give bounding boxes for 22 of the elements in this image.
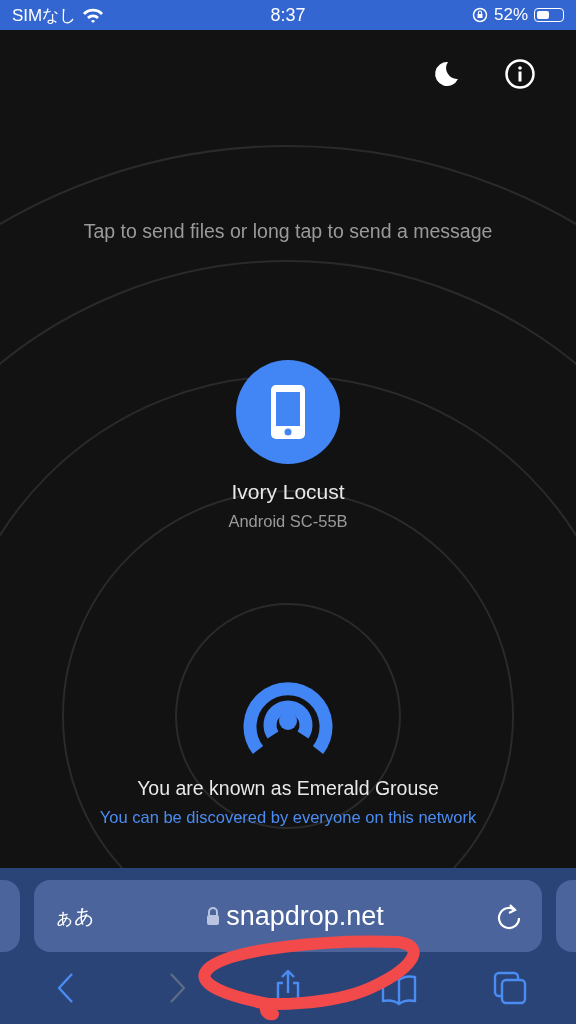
discovery-status-text: You can be discovered by everyone on this network	[99, 808, 477, 827]
peer-name: Ivory Locust	[231, 480, 345, 504]
peer-device-model: Android SC-55B	[228, 512, 348, 531]
text-size-button[interactable]: ぁあ	[54, 902, 94, 930]
clock: 8:37	[270, 4, 306, 26]
address-bar[interactable]: ぁあ snapdrop.net	[34, 880, 542, 952]
chevron-left-icon	[56, 972, 75, 1004]
rotation-lock-icon	[471, 7, 488, 23]
wifi-icon	[82, 7, 105, 23]
lock-icon	[206, 906, 221, 926]
tab-preview[interactable]	[556, 880, 576, 952]
chevron-right-icon	[167, 972, 186, 1004]
device-name-text: You are known as Emerald Grouse	[137, 777, 439, 800]
tab-preview[interactable]	[0, 880, 20, 952]
instruction-text: Tap to send files or long tap to send a message	[83, 220, 493, 243]
phone-icon	[268, 383, 308, 441]
battery-percentage: 52%	[493, 5, 528, 25]
battery-icon	[534, 8, 564, 22]
reload-icon[interactable]	[496, 902, 522, 930]
carrier-label: SIMなし	[12, 4, 77, 27]
url-text: snapdrop.net	[226, 900, 384, 932]
info-button[interactable]	[502, 56, 538, 92]
